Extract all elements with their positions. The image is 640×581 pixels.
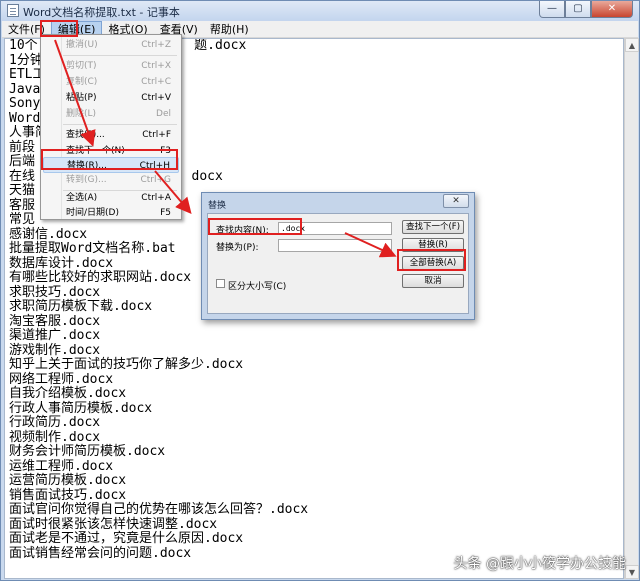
menu-help[interactable]: 帮助(H)	[204, 21, 255, 37]
text-line: 行政简历.docx	[9, 415, 101, 430]
menu-separator	[63, 55, 177, 56]
menu-goto[interactable]: 转到(G)... Ctrl+G	[43, 172, 179, 188]
menu-select-all[interactable]: 全选(A) Ctrl+A	[43, 190, 179, 206]
text-line: 销售面试技巧.docx	[9, 487, 127, 503]
close-button[interactable]: ✕	[591, 1, 633, 18]
menu-time-date-label: 时间/日期(D)	[66, 208, 119, 218]
match-case-checkbox[interactable]	[216, 279, 225, 288]
find-field-highlight-box	[208, 218, 302, 235]
menu-find[interactable]: 查找(F)... Ctrl+F	[43, 127, 179, 143]
window-controls: — ▢ ✕	[539, 1, 633, 18]
menu-goto-shortcut: Ctrl+G	[140, 175, 171, 185]
text-line: 自我介绍模板.docx	[9, 386, 127, 401]
menu-separator	[63, 124, 177, 125]
menu-time-date-shortcut: F5	[160, 208, 171, 218]
menu-find-label: 查找(F)...	[66, 130, 105, 140]
menu-copy-shortcut: Ctrl+C	[141, 77, 171, 87]
find-next-button[interactable]: 查找下一个(F)	[402, 220, 464, 234]
text-line: 面试时很紧张该怎样快速调整.docx	[9, 516, 218, 532]
window-title: Word文档名称提取.txt - 记事本	[23, 6, 180, 19]
text-line: 面试销售经常会问的问题.docx	[9, 545, 192, 561]
edit-menu-dropdown: 撤消(U) Ctrl+Z 剪切(T) Ctrl+X 复制(C) Ctrl+C 粘贴(P…	[40, 34, 182, 220]
dialog-close-icon[interactable]: ✕	[443, 194, 469, 208]
minimize-button[interactable]: —	[539, 1, 565, 18]
text-line: 知乎上关于面试的技巧你了解多少.docx	[9, 357, 244, 372]
text-line: 运维工程师.docx	[9, 458, 114, 474]
cancel-button[interactable]: 取消	[402, 274, 464, 288]
notepad-icon	[7, 4, 19, 17]
menu-select-all-label: 全选(A)	[66, 193, 98, 203]
text-line: 财务会计师简历模板.docx	[9, 444, 166, 459]
menu-delete[interactable]: 删除(L) Del	[43, 106, 179, 122]
menu-copy[interactable]: 复制(C) Ctrl+C	[43, 74, 179, 90]
menu-paste[interactable]: 粘贴(P) Ctrl+V	[43, 90, 179, 106]
replace-item-highlight-box	[41, 149, 178, 170]
scroll-up-icon[interactable]: ▲	[625, 38, 639, 52]
menu-cut-shortcut: Ctrl+X	[141, 61, 171, 71]
replace-with-label: 替换为(P):	[216, 243, 259, 253]
text-line: 运营简历模板.docx	[9, 473, 127, 488]
menu-cut-label: 剪切(T)	[66, 61, 97, 71]
replace-all-highlight-box	[397, 249, 466, 271]
title-bar: Word文档名称提取.txt - 记事本 — ▢ ✕	[1, 1, 639, 21]
text-line: 面试老是不通过，究竟是什么原因.docx	[9, 531, 244, 546]
text-line: 渠道推广.docx	[9, 328, 101, 343]
text-line: 网络工程师.docx	[9, 371, 114, 387]
menu-select-all-shortcut: Ctrl+A	[141, 193, 171, 203]
menu-cut[interactable]: 剪切(T) Ctrl+X	[43, 58, 179, 74]
vertical-scrollbar[interactable]: ▲ ▼	[624, 38, 639, 579]
text-line: 面试官问你觉得自己的优势在哪该怎么回答？.docx	[9, 502, 309, 517]
menu-copy-label: 复制(C)	[66, 77, 98, 87]
menu-paste-shortcut: Ctrl+V	[141, 93, 171, 103]
text-line: 视频制作.docx	[9, 429, 101, 445]
menu-delete-shortcut: Del	[156, 109, 171, 119]
menu-delete-label: 删除(L)	[66, 109, 97, 119]
text-line: 行政人事简历模板.docx	[9, 400, 153, 416]
menu-goto-label: 转到(G)...	[66, 175, 107, 185]
edit-menu-highlight-box	[40, 20, 78, 37]
match-case-label: 区分大小写(C)	[228, 282, 287, 292]
maximize-button[interactable]: ▢	[565, 1, 591, 18]
menu-undo-label: 撤消(U)	[66, 40, 98, 50]
watermark: 头条 @跟小小筱学办公技能	[453, 556, 626, 572]
menu-time-date[interactable]: 时间/日期(D) F5	[43, 205, 179, 221]
menu-find-shortcut: Ctrl+F	[142, 130, 171, 140]
menu-paste-label: 粘贴(P)	[66, 93, 97, 103]
menu-undo-shortcut: Ctrl+Z	[141, 40, 171, 50]
text-line: 游戏制作.docx	[9, 342, 101, 358]
scroll-down-icon[interactable]: ▼	[625, 565, 639, 579]
replace-with-input[interactable]	[278, 239, 392, 252]
dialog-title: 替换	[208, 201, 227, 211]
menu-undo[interactable]: 撤消(U) Ctrl+Z	[43, 37, 179, 53]
